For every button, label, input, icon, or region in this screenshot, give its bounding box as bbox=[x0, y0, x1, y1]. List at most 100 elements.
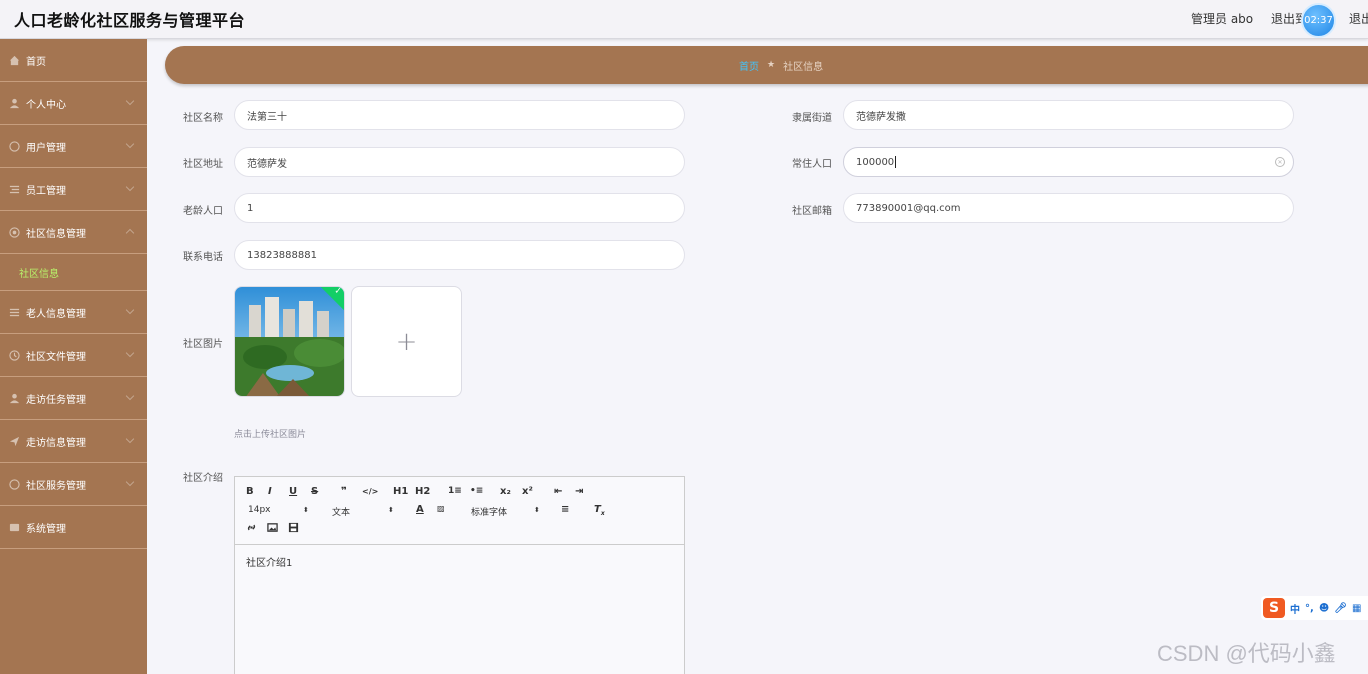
bullet-list-button[interactable]: •≡ bbox=[470, 486, 483, 496]
sidebar-item-files[interactable]: 社区文件管理 bbox=[0, 334, 147, 377]
community-photo bbox=[235, 287, 344, 396]
sidebar-item-staff[interactable]: 员工管理 bbox=[0, 168, 147, 211]
upload-tip: 点击上传社区图片 bbox=[234, 430, 307, 440]
sidebar-item-label: 走访信息管理 bbox=[26, 437, 86, 449]
image-label: 社区图片 bbox=[183, 339, 223, 350]
image-icon[interactable] bbox=[267, 522, 278, 536]
image-upload-button[interactable]: + bbox=[351, 286, 462, 397]
h1-button[interactable]: H1 bbox=[393, 486, 408, 497]
background-color-button[interactable]: ▨ bbox=[437, 504, 445, 513]
street-input[interactable]: 范德萨发撒 bbox=[843, 100, 1294, 130]
address-label: 社区地址 bbox=[183, 159, 223, 170]
text-type-select[interactable]: 文本 bbox=[332, 505, 350, 518]
sidebar-item-label: 用户管理 bbox=[26, 142, 66, 154]
elderly-input[interactable]: 1 bbox=[234, 193, 685, 223]
chevron-down-icon bbox=[125, 96, 135, 106]
quote-button[interactable]: ❞ bbox=[341, 486, 347, 497]
street-label: 隶属街道 bbox=[792, 113, 832, 124]
indent-button[interactable]: ⇥ bbox=[575, 486, 583, 497]
community-icon bbox=[8, 226, 20, 238]
chevron-down-icon bbox=[125, 182, 135, 192]
sidebar-item-label: 系统管理 bbox=[26, 523, 66, 535]
list-icon bbox=[8, 183, 20, 195]
send-icon bbox=[8, 435, 20, 447]
sidebar-item-label: 社区服务管理 bbox=[26, 480, 86, 492]
clear-format-button[interactable]: Tx bbox=[594, 504, 605, 517]
ime-language-toggle[interactable]: 中 bbox=[1290, 601, 1300, 616]
link-icon[interactable] bbox=[246, 522, 257, 536]
outdent-button[interactable]: ⇤ bbox=[554, 486, 562, 497]
clock-icon bbox=[8, 349, 20, 361]
breadcrumb-home-link[interactable]: 首页 bbox=[739, 58, 759, 73]
elderly-value: 1 bbox=[247, 202, 254, 214]
chevron-down-icon bbox=[125, 348, 135, 358]
emoji-icon[interactable]: ☻ bbox=[1319, 603, 1329, 614]
sidebar-item-label: 个人中心 bbox=[26, 99, 66, 111]
elderly-label: 老龄人口 bbox=[183, 206, 223, 217]
sidebar-item-label: 员工管理 bbox=[26, 185, 66, 197]
ordered-list-button[interactable]: 1≡ bbox=[448, 486, 462, 496]
sidebar: 首页 个人中心 用户管理 员工管理 社区信息管理 社区信息 老人信息管理 社区文… bbox=[0, 39, 147, 674]
population-value: 100000 bbox=[856, 156, 895, 168]
system-icon bbox=[8, 521, 20, 533]
sidebar-item-service[interactable]: 社区服务管理 bbox=[0, 463, 147, 506]
underline-button[interactable]: U bbox=[289, 486, 297, 497]
timer-badge: 02:37 bbox=[1301, 3, 1336, 38]
clear-icon[interactable]: ✕ bbox=[1275, 157, 1285, 167]
community-name-input[interactable]: 法第三十 bbox=[234, 100, 685, 130]
app-title: 人口老龄化社区服务与管理平台 bbox=[14, 11, 246, 30]
community-image-thumbnail[interactable]: ✓ bbox=[234, 286, 345, 397]
code-button[interactable]: </> bbox=[362, 487, 378, 496]
superscript-button[interactable]: x² bbox=[522, 486, 533, 497]
phone-label: 联系电话 bbox=[183, 252, 223, 263]
address-input[interactable]: 范德萨发 bbox=[234, 147, 685, 177]
keyboard-icon[interactable]: ▦ bbox=[1352, 603, 1361, 614]
video-icon[interactable] bbox=[288, 522, 299, 536]
logout-link[interactable]: 退出登录 bbox=[1349, 10, 1368, 27]
chevron-down-icon bbox=[125, 477, 135, 487]
chevron-down-icon bbox=[125, 434, 135, 444]
intro-label: 社区介绍 bbox=[183, 473, 223, 484]
phone-value: 13823888881 bbox=[247, 249, 317, 261]
address-value: 范德萨发 bbox=[247, 158, 287, 170]
ime-toolbar[interactable]: S 中 °, ☻ 🎤︎ ▦ bbox=[1261, 596, 1368, 620]
sidebar-item-community[interactable]: 社区信息管理 bbox=[0, 211, 147, 254]
sidebar-item-label: 老人信息管理 bbox=[26, 308, 86, 320]
strike-button[interactable]: S bbox=[311, 486, 318, 497]
person-icon bbox=[8, 392, 20, 404]
chevron-down-icon bbox=[125, 391, 135, 401]
sidebar-item-label: 社区信息管理 bbox=[26, 228, 86, 240]
sidebar-subitem-community-info[interactable]: 社区信息 bbox=[0, 254, 147, 291]
sidebar-item-users[interactable]: 用户管理 bbox=[0, 125, 147, 168]
subscript-button[interactable]: x₂ bbox=[500, 486, 511, 497]
sogou-logo-icon: S bbox=[1263, 598, 1285, 618]
bold-button[interactable]: B bbox=[246, 486, 254, 497]
sidebar-item-visit-task[interactable]: 走访任务管理 bbox=[0, 377, 147, 420]
sidebar-item-visit-info[interactable]: 走访信息管理 bbox=[0, 420, 147, 463]
updown-arrow-icon: ⬍ bbox=[534, 506, 540, 514]
phone-input[interactable]: 13823888881 bbox=[234, 240, 685, 270]
h2-button[interactable]: H2 bbox=[415, 486, 430, 497]
menu-icon bbox=[8, 306, 20, 318]
population-input[interactable]: 100000 ✕ bbox=[843, 147, 1294, 177]
sidebar-item-elderly[interactable]: 老人信息管理 bbox=[0, 291, 147, 334]
top-header: 人口老龄化社区服务与管理平台 管理员 abo 退出到前台 02:37 退出登录 bbox=[0, 0, 1368, 39]
sidebar-item-system[interactable]: 系统管理 bbox=[0, 506, 147, 549]
punctuation-icon[interactable]: °, bbox=[1305, 603, 1314, 614]
sidebar-item-personal[interactable]: 个人中心 bbox=[0, 82, 147, 125]
sidebar-item-label: 社区文件管理 bbox=[26, 351, 86, 363]
microphone-icon[interactable]: 🎤︎ bbox=[1334, 603, 1347, 614]
editor-content[interactable]: 社区介绍1 bbox=[235, 545, 684, 578]
email-input[interactable]: 773890001@qq.com bbox=[843, 193, 1294, 223]
italic-button[interactable]: I bbox=[268, 486, 272, 497]
admin-label: 管理员 abo bbox=[1191, 12, 1254, 26]
sidebar-item-label: 首页 bbox=[26, 56, 46, 68]
font-size-select[interactable]: 14px bbox=[248, 505, 271, 515]
sidebar-item-home[interactable]: 首页 bbox=[0, 39, 147, 82]
align-button[interactable]: ≡ bbox=[561, 504, 569, 515]
chevron-down-icon bbox=[125, 139, 135, 149]
rich-text-editor[interactable]: B I U S ❞ </> H1 H2 1≡ •≡ x₂ x² ⇤ ⇥ 14px… bbox=[234, 476, 685, 674]
plus-icon: + bbox=[395, 326, 418, 357]
font-family-select[interactable]: 标准字体 bbox=[471, 505, 507, 518]
font-color-button[interactable]: A bbox=[416, 504, 424, 515]
